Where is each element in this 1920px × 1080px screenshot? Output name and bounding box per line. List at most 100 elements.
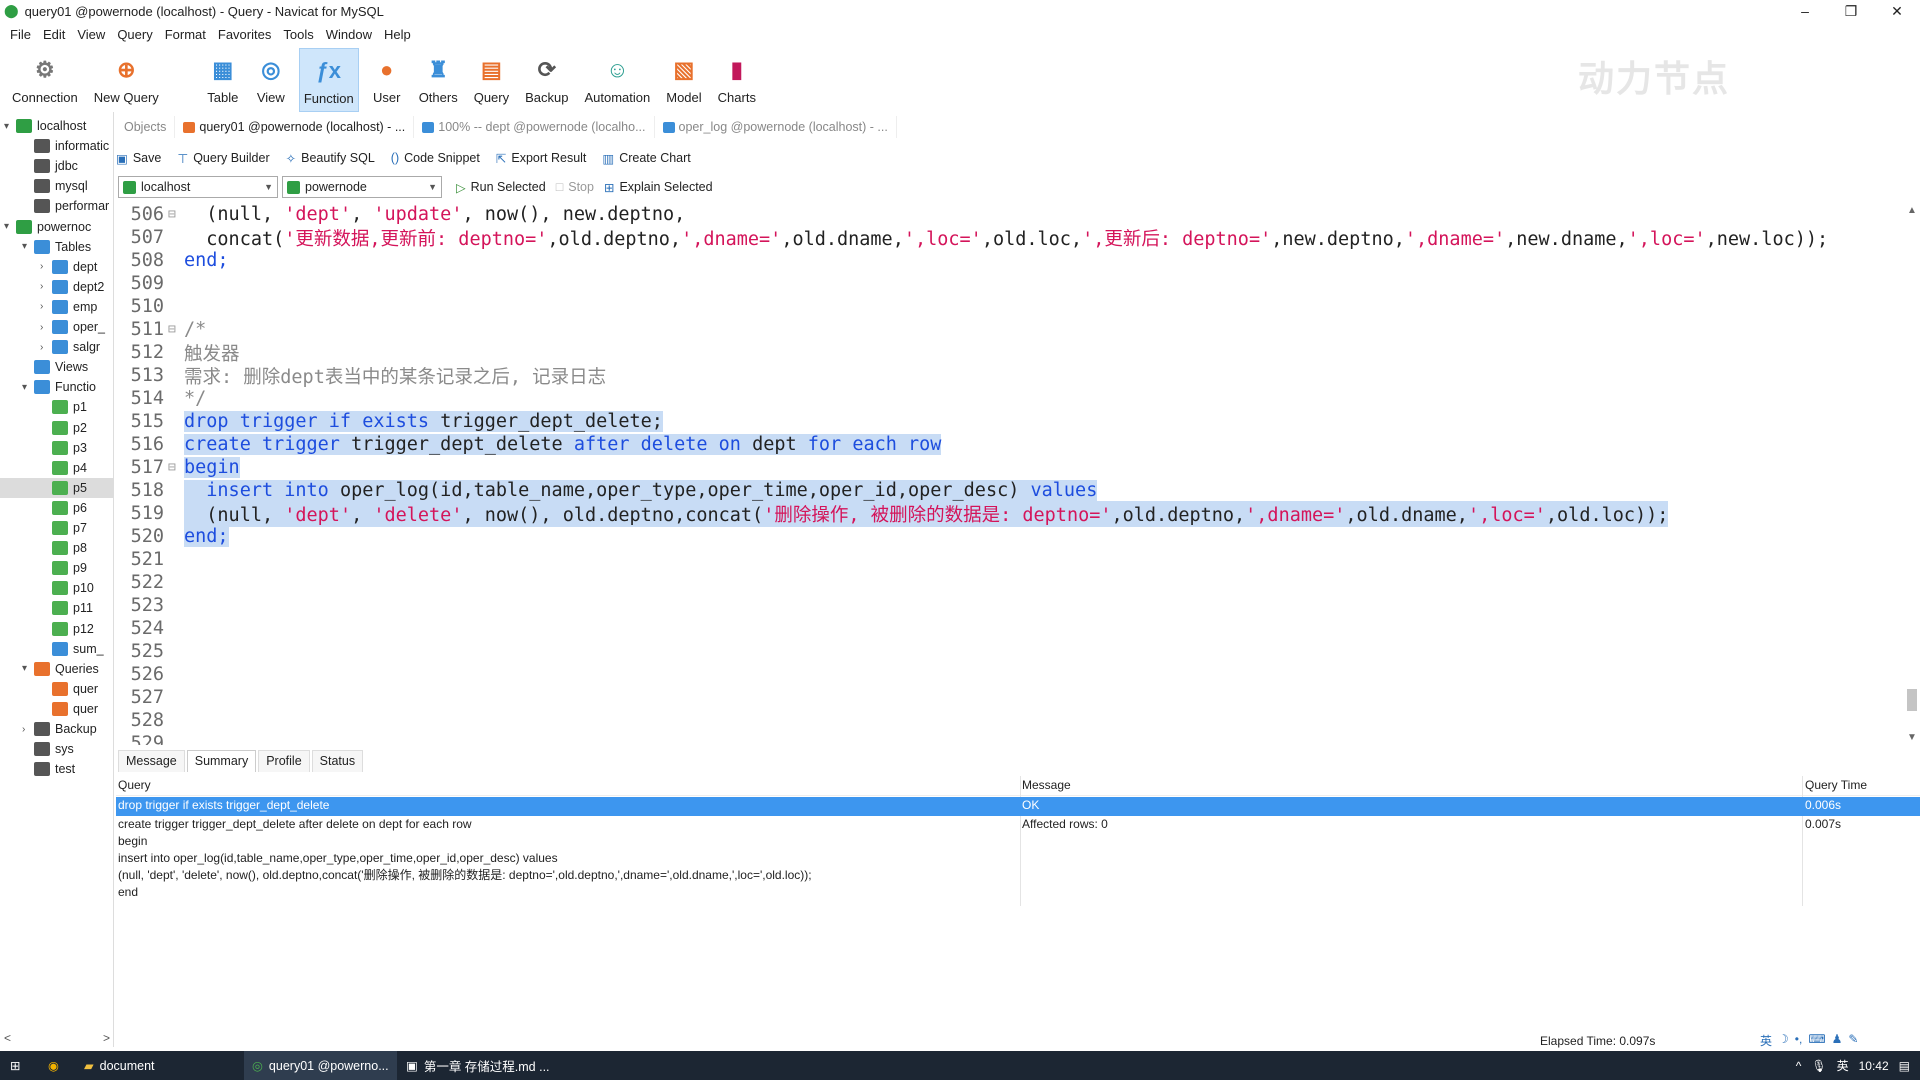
editor-line[interactable]: 512 触发器: [116, 341, 1904, 365]
editor-line[interactable]: 507 concat('更新数据,更新前: deptno=',old.deptn…: [116, 226, 1904, 250]
menu-format[interactable]: Format: [159, 25, 212, 45]
tree-item-views[interactable]: Views: [0, 357, 114, 377]
result-tab-status[interactable]: Status: [311, 750, 364, 772]
tree-arrow-icon[interactable]: ▾: [4, 121, 16, 132]
tree-item-queries[interactable]: ▾ Queries: [0, 659, 114, 679]
tree-item-dept2[interactable]: › dept2: [0, 277, 114, 297]
editor-line[interactable]: 508 end;: [116, 249, 1904, 272]
tree-item-p8[interactable]: p8: [0, 538, 114, 558]
toolbar-model-button[interactable]: ▧ Model: [662, 48, 705, 112]
tree-arrow-icon[interactable]: ›: [22, 724, 34, 735]
tree-item-quer[interactable]: quer: [0, 699, 114, 719]
ime-icon[interactable]: 英: [1760, 1032, 1772, 1049]
tree-item-p2[interactable]: p2: [0, 418, 114, 438]
col-message-header[interactable]: Message: [1022, 777, 1802, 794]
editor-line[interactable]: 511 ⊟ /*: [116, 318, 1904, 341]
tree-item-performar[interactable]: performar: [0, 196, 114, 216]
menu-query[interactable]: Query: [111, 25, 158, 45]
toolbar-others-button[interactable]: ♜ Others: [415, 48, 462, 112]
ime-icon[interactable]: ☽: [1778, 1032, 1789, 1049]
tree-item-p9[interactable]: p9: [0, 558, 114, 578]
result-row[interactable]: create trigger trigger_dept_delete after…: [116, 816, 1920, 906]
tab-0[interactable]: Objects: [116, 116, 176, 138]
scroll-thumb[interactable]: [1907, 689, 1917, 711]
save-button[interactable]: ▣ Save: [116, 151, 161, 166]
code-snippet-button[interactable]: () Code Snippet: [391, 151, 480, 165]
editor-line[interactable]: 517 ⊟ begin: [116, 456, 1904, 479]
minimize-button[interactable]: –: [1782, 0, 1828, 22]
tree-item-p3[interactable]: p3: [0, 438, 114, 458]
menu-view[interactable]: View: [71, 25, 111, 45]
toolbar-backup-button[interactable]: ⟳ Backup: [521, 48, 572, 112]
tree-arrow-icon[interactable]: ›: [40, 281, 52, 292]
menu-edit[interactable]: Edit: [37, 25, 71, 45]
tree-arrow-icon[interactable]: ›: [40, 342, 52, 353]
tree-item-p4[interactable]: p4: [0, 458, 114, 478]
tree-item-tables[interactable]: ▾ Tables: [0, 237, 114, 257]
explain-selected-button[interactable]: ⊞ Explain Selected: [604, 180, 713, 195]
editor-line[interactable]: 526: [116, 663, 1904, 686]
tree-arrow-icon[interactable]: ▾: [22, 241, 34, 252]
tree-item-p7[interactable]: p7: [0, 518, 114, 538]
tree-item-informatic[interactable]: informatic: [0, 136, 114, 156]
start-button[interactable]: ⊞: [10, 1051, 26, 1080]
result-tab-summary[interactable]: Summary: [186, 750, 257, 772]
export-result-button[interactable]: ⇱ Export Result: [496, 151, 587, 166]
tree-item-quer[interactable]: quer: [0, 679, 114, 699]
run-selected-button[interactable]: ▷ Run Selected: [456, 180, 546, 195]
toolbar-query-button[interactable]: ▤ Query: [470, 48, 513, 112]
result-tab-profile[interactable]: Profile: [258, 750, 310, 772]
toolbar-charts-button[interactable]: ▮ Charts: [714, 48, 760, 112]
editor-line[interactable]: 514 */: [116, 387, 1904, 410]
result-tab-message[interactable]: Message: [118, 750, 185, 772]
tree-item-backup[interactable]: › Backup: [0, 719, 114, 739]
editor-line[interactable]: 521: [116, 548, 1904, 571]
tree-item-emp[interactable]: › emp: [0, 297, 114, 317]
tree-arrow-icon[interactable]: ›: [40, 261, 52, 272]
tree-item-sum-[interactable]: sum_: [0, 639, 114, 659]
tree-item-p1[interactable]: p1: [0, 397, 114, 417]
editor-line[interactable]: 515 drop trigger if exists trigger_dept_d…: [116, 410, 1904, 433]
tree-item-mysql[interactable]: mysql: [0, 176, 114, 196]
col-time-header[interactable]: Query Time: [1805, 777, 1915, 794]
editor-line[interactable]: 520 end;: [116, 525, 1904, 548]
tree-item-p12[interactable]: p12: [0, 619, 114, 639]
ime-icon[interactable]: ♟: [1832, 1032, 1843, 1049]
editor-line[interactable]: 513 需求: 删除dept表当中的某条记录之后, 记录日志: [116, 364, 1904, 388]
editor-line[interactable]: 524: [116, 617, 1904, 640]
tree-arrow-icon[interactable]: ▾: [4, 221, 16, 232]
scroll-down-icon[interactable]: ▼: [1907, 732, 1917, 743]
menu-tools[interactable]: Tools: [277, 25, 319, 45]
editor-line[interactable]: 529: [116, 732, 1904, 745]
toolbar-function-button[interactable]: ƒx Function: [298, 48, 359, 112]
tree-item-functio[interactable]: ▾ Functio: [0, 377, 114, 397]
editor-line[interactable]: 527: [116, 686, 1904, 709]
fold-icon[interactable]: ⊟: [168, 322, 180, 337]
editor-line[interactable]: 510: [116, 295, 1904, 318]
editor-line[interactable]: 528: [116, 709, 1904, 732]
tree-item-localhost[interactable]: ▾ localhost: [0, 116, 114, 136]
tree-item-salgr[interactable]: › salgr: [0, 337, 114, 357]
menu-window[interactable]: Window: [320, 25, 378, 45]
editor-line[interactable]: 523: [116, 594, 1904, 617]
create-chart-button[interactable]: ▥ Create Chart: [602, 151, 690, 166]
tree-item-jdbc[interactable]: jdbc: [0, 156, 114, 176]
query-builder-button[interactable]: ⊤ Query Builder: [177, 151, 269, 166]
clock[interactable]: 10:42: [1859, 1059, 1889, 1073]
database-select[interactable]: powernode ▼: [282, 176, 442, 198]
tree-item-p5[interactable]: p5: [0, 477, 114, 498]
menu-help[interactable]: Help: [378, 25, 417, 45]
close-button[interactable]: ✕: [1874, 0, 1920, 22]
editor-line[interactable]: 516 create trigger trigger_dept_delete af…: [116, 433, 1904, 456]
tree-item-p10[interactable]: p10: [0, 578, 114, 598]
fold-icon[interactable]: ⊟: [168, 207, 180, 222]
toolbar-automation-button[interactable]: ☺ Automation: [580, 48, 654, 112]
chrome-button[interactable]: ◉: [48, 1051, 65, 1080]
toolbar-connection-button[interactable]: ⚙ Connection: [8, 48, 82, 112]
tree-item-dept[interactable]: › dept: [0, 257, 114, 277]
tree-item-p6[interactable]: p6: [0, 498, 114, 518]
toolbar-view-button[interactable]: ◎ View: [251, 48, 291, 112]
sql-editor[interactable]: 506 ⊟ (null, 'dept', 'update', now(), new…: [116, 203, 1904, 745]
editor-line[interactable]: 522: [116, 571, 1904, 594]
tree-item-sys[interactable]: sys: [0, 739, 114, 759]
